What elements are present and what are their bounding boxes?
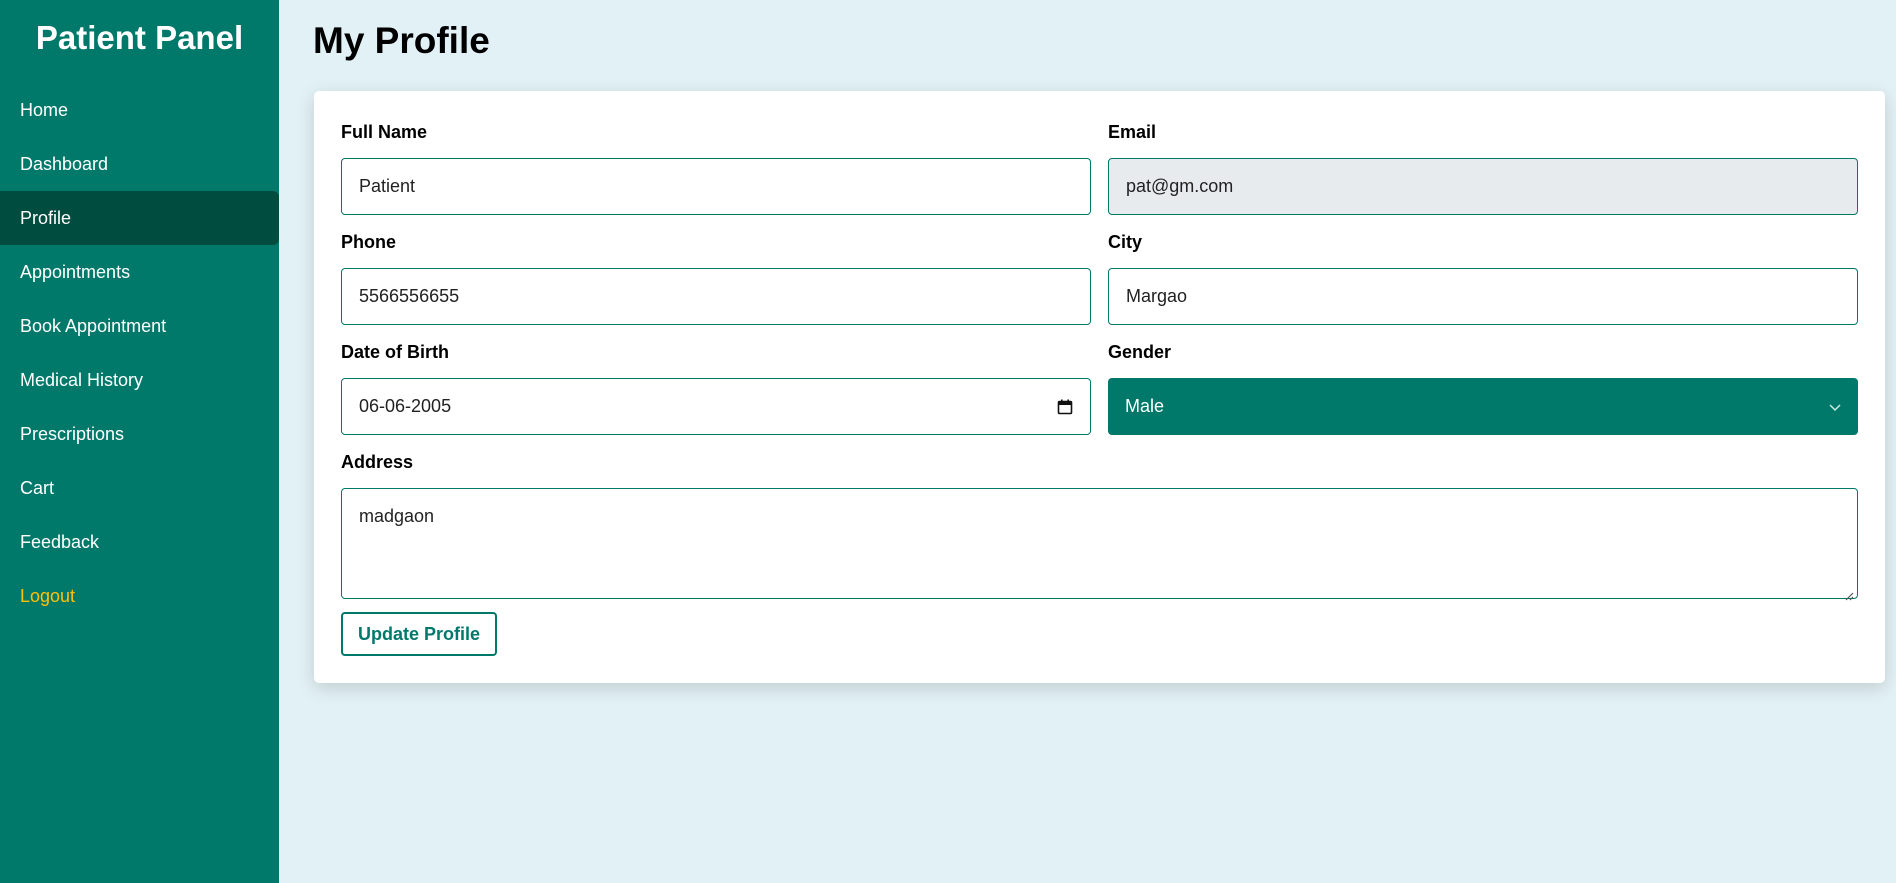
sidebar-item-dashboard[interactable]: Dashboard [0, 137, 279, 191]
email-input[interactable]: pat@gm.com [1108, 158, 1858, 215]
sidebar-item-book-appointment[interactable]: Book Appointment [0, 299, 279, 353]
sidebar-nav: Home Dashboard Profile Appointments Book… [0, 83, 279, 623]
main-content: My Profile Full Name Patient Email pat@g… [279, 0, 1896, 883]
profile-form-card: Full Name Patient Email pat@gm.com Phone… [314, 91, 1885, 683]
city-label: City [1108, 232, 1143, 252]
gender-label: Gender [1108, 342, 1172, 362]
address-field: Address madgaon [341, 451, 1858, 601]
city-value: Margao [1126, 286, 1188, 306]
gender-select[interactable]: Male [1108, 378, 1858, 435]
address-textarea[interactable]: madgaon [341, 488, 1858, 601]
phone-value: 5566556655 [359, 286, 460, 306]
phone-field: Phone 5566556655 [341, 231, 1091, 325]
dob-label: Date of Birth [341, 342, 449, 362]
chevron-down-icon [1829, 399, 1841, 415]
phone-label: Phone [341, 232, 397, 252]
full-name-field: Full Name Patient [341, 121, 1091, 215]
sidebar-item-prescriptions[interactable]: Prescriptions [0, 407, 279, 461]
sidebar-item-appointments[interactable]: Appointments [0, 245, 279, 299]
city-field: City Margao [1108, 231, 1858, 325]
brand-title: Patient Panel [35, 19, 244, 56]
sidebar-item-medical-history[interactable]: Medical History [0, 353, 279, 407]
dob-field: Date of Birth 06-06-2005 [341, 341, 1091, 435]
calendar-icon[interactable] [1057, 399, 1073, 415]
full-name-input[interactable]: Patient [341, 158, 1091, 215]
gender-field: Gender Male [1108, 341, 1858, 435]
email-value: pat@gm.com [1126, 176, 1234, 196]
dob-input[interactable]: 06-06-2005 [341, 378, 1091, 435]
full-name-value: Patient [359, 176, 416, 196]
resize-handle-icon[interactable] [1844, 585, 1854, 601]
sidebar-item-feedback[interactable]: Feedback [0, 515, 279, 569]
gender-value: Male [1125, 396, 1165, 416]
full-name-label: Full Name [341, 122, 428, 142]
sidebar-item-home[interactable]: Home [0, 83, 279, 137]
update-profile-button[interactable]: Update Profile [341, 612, 498, 656]
dob-value: 06-06-2005 [359, 396, 452, 416]
sidebar-item-cart[interactable]: Cart [0, 461, 279, 515]
sidebar: Patient Panel Home Dashboard Profile App… [0, 0, 279, 883]
email-field: Email pat@gm.com [1108, 121, 1858, 215]
address-label: Address [341, 452, 414, 472]
sidebar-item-logout[interactable]: Logout [0, 569, 279, 623]
phone-input[interactable]: 5566556655 [341, 268, 1091, 325]
page-title: My Profile [313, 20, 490, 61]
sidebar-item-profile[interactable]: Profile [0, 191, 279, 245]
address-value: madgaon [359, 506, 435, 526]
city-input[interactable]: Margao [1108, 268, 1858, 325]
email-label: Email [1108, 122, 1157, 142]
